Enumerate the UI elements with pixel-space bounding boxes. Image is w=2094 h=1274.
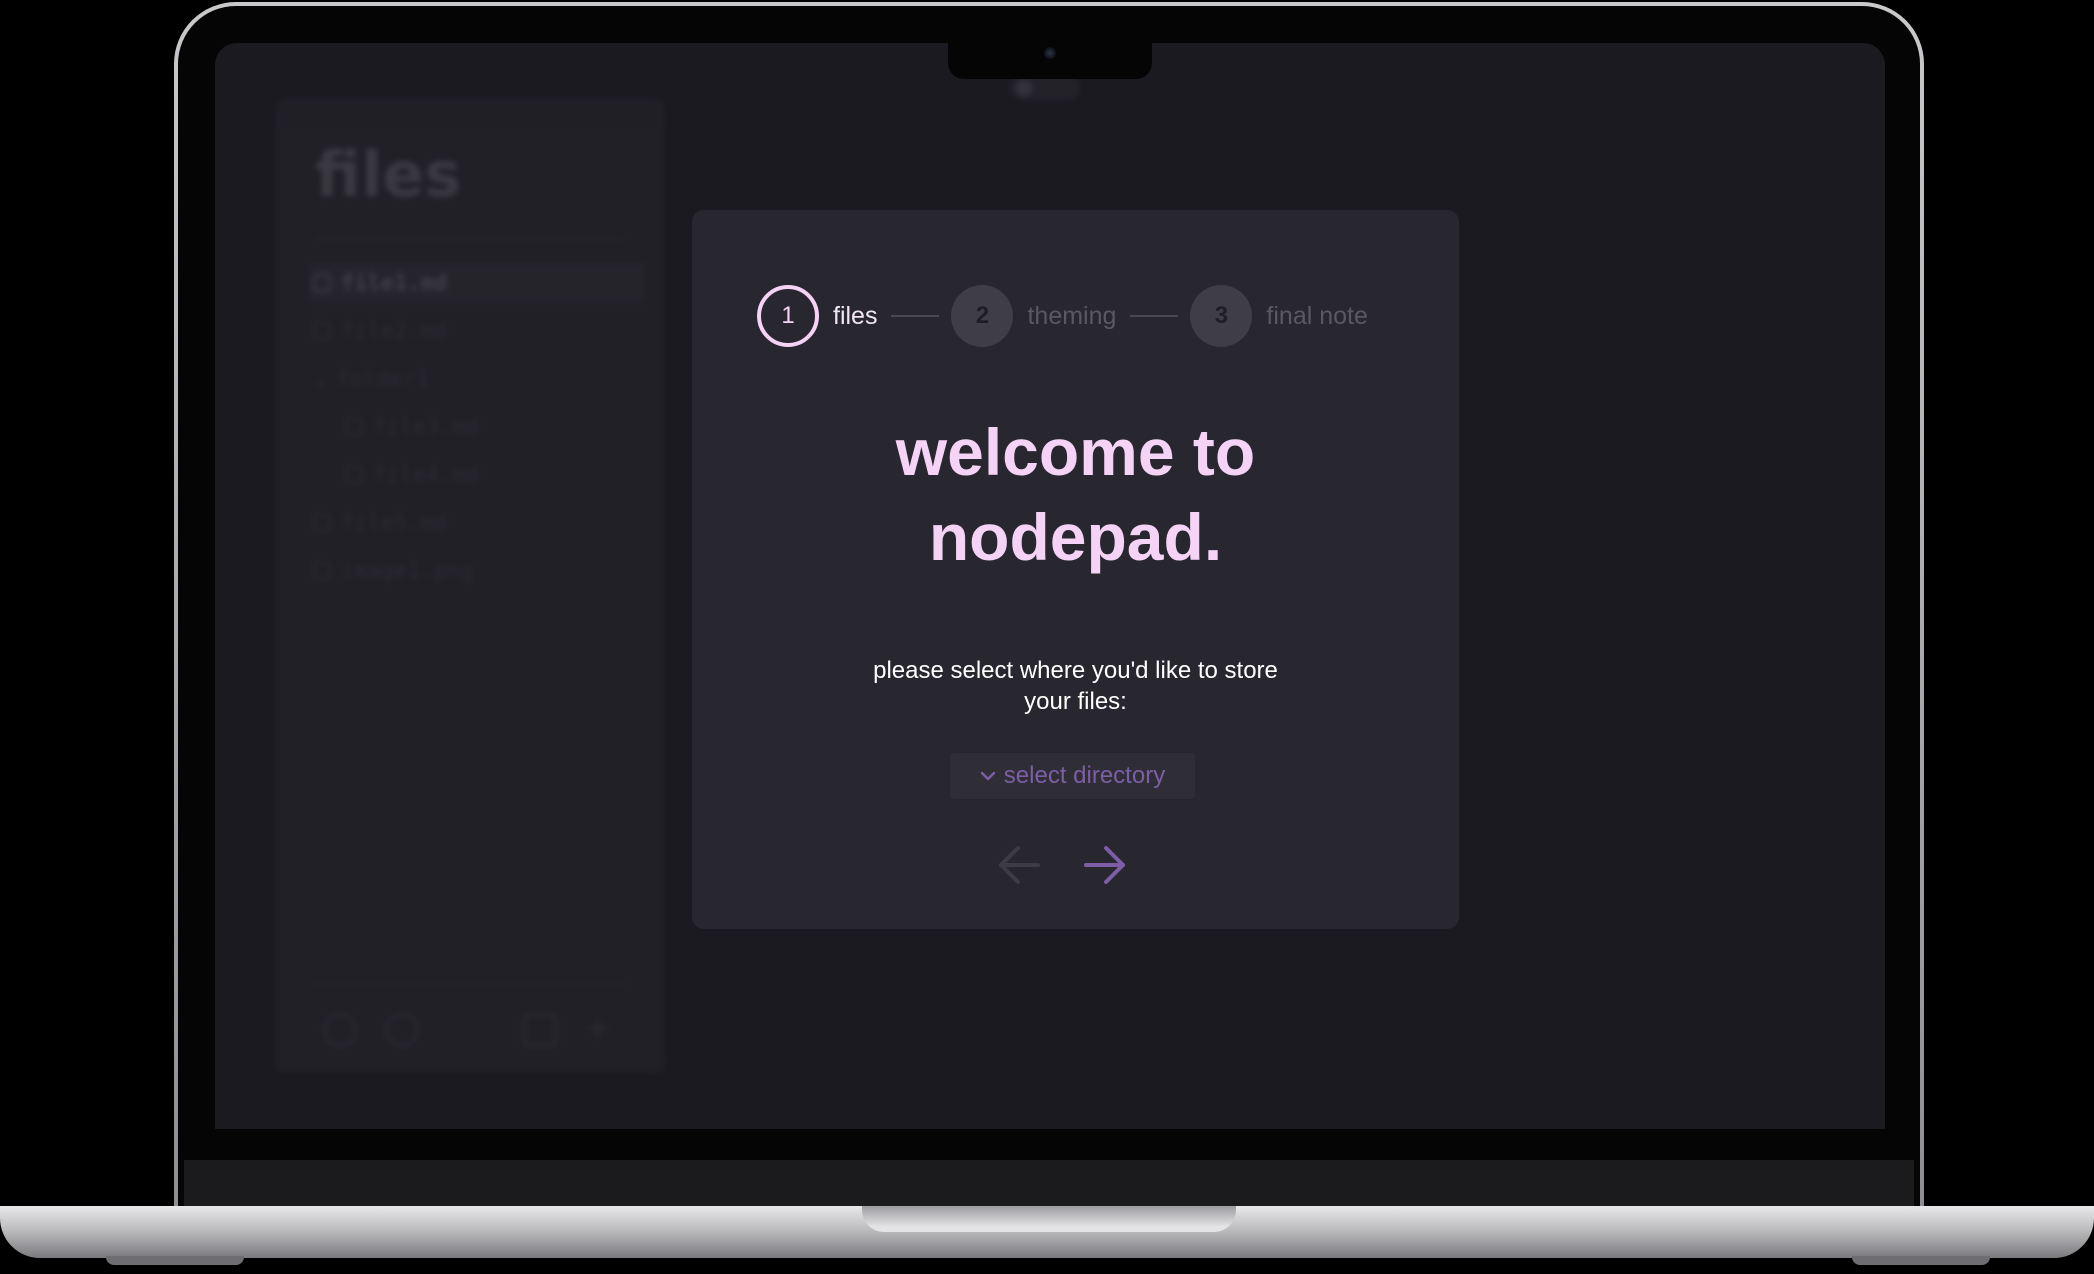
theme-toggle [1010,76,1080,100]
chevron-down-icon: ⌄ [313,366,327,392]
file-name: file1.md [341,270,447,296]
toggle-knob [1016,80,1032,96]
welcome-title: welcome to nodepad. [692,410,1459,580]
file-item: file4.md [341,455,677,495]
step-3-indicator: 3 [1190,285,1253,347]
step-connector [891,315,940,317]
file-sidebar: files file1.md file2.md ⌄ folder1 file3.… [275,98,665,1073]
file-item: file1.md [309,263,645,303]
file-item: image1.png [309,551,645,591]
laptop-foot [106,1256,244,1265]
step-connector [1130,315,1179,317]
home-icon [385,1013,419,1047]
select-directory-button[interactable]: select directory [950,753,1195,799]
camera-icon [1044,47,1056,59]
sidebar-divider [315,238,625,240]
arrow-right-icon[interactable] [1080,840,1130,890]
laptop-chin [184,1160,1914,1210]
plus-icon: + [583,1008,613,1048]
step-2-indicator: 2 [951,285,1014,347]
step-2-label: theming [1027,301,1117,330]
app-window: files file1.md file2.md ⌄ folder1 file3.… [215,43,1885,1129]
step-3-label: final note [1266,301,1368,330]
chevron-down-icon [980,771,996,781]
file-name: file5.md [341,510,447,536]
storage-prompt: please select where you'd like to store … [873,657,1278,715]
file-name: file2.md [341,318,447,344]
file-name: image1.png [341,558,474,584]
file-icon [313,274,331,292]
settings-icon [323,1013,357,1047]
file-name: file4.md [373,462,479,488]
laptop-foot [1852,1256,1990,1265]
welcome-title-line-2: nodepad. [928,500,1223,574]
select-directory-label: select directory [1003,762,1166,789]
file-item: file5.md [309,503,645,543]
file-icon [313,514,331,532]
onboarding-stepper: 1 files 2 theming 3 final note [757,283,1368,349]
file-item: file3.md [341,407,677,447]
folder-item: ⌄ folder1 [309,359,645,399]
file-icon [313,322,331,340]
file-name: file3.md [373,414,479,440]
file-icon [345,418,363,436]
onboarding-modal: 1 files 2 theming 3 final note welcome t… [692,210,1459,929]
camera-notch [948,41,1152,79]
step-1-label: files [833,301,878,330]
file-icon [345,466,363,484]
sidebar-footer-divider [315,983,625,985]
sidebar-title: files [315,138,462,211]
welcome-title-line-1: welcome to [895,415,1256,489]
laptop-base [0,1206,2094,1258]
step-1-indicator: 1 [757,285,819,347]
file-item: file2.md [309,311,645,351]
lid-opening-groove [862,1206,1236,1232]
new-folder-icon [523,1013,557,1047]
arrow-left-icon[interactable] [994,840,1044,890]
folder-name: folder1 [336,366,429,392]
device-mockup: files file1.md file2.md ⌄ folder1 file3.… [0,0,2094,1274]
image-file-icon [313,562,331,580]
